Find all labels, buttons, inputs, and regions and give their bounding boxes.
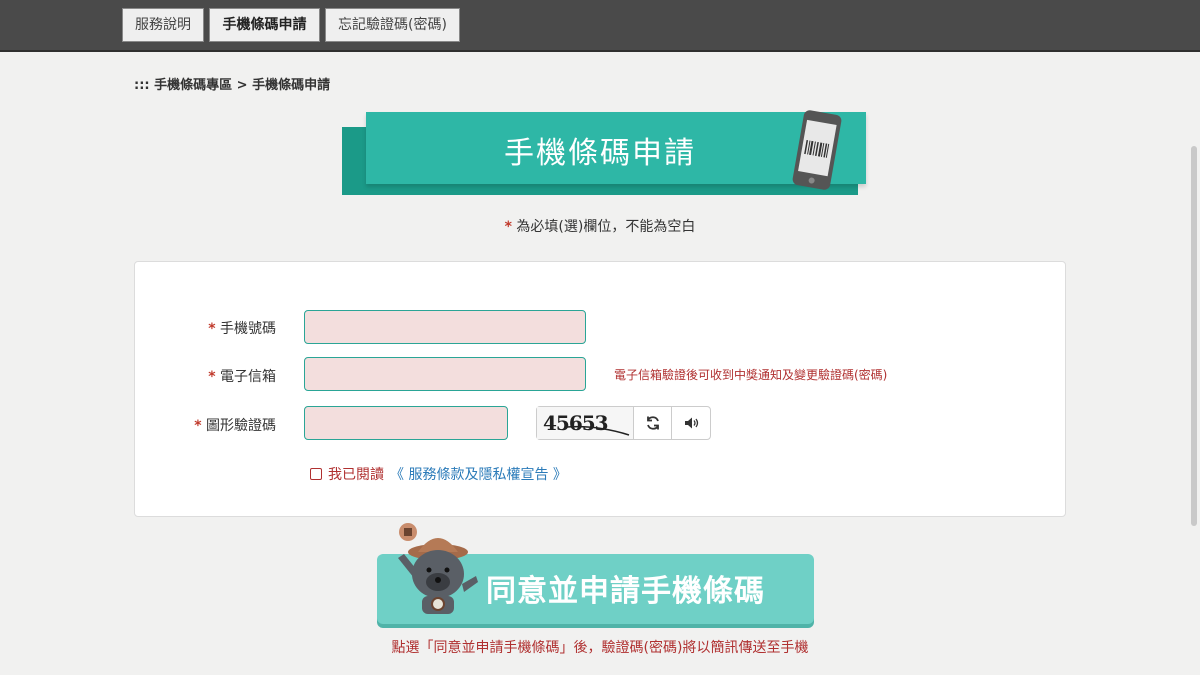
captcha-label-text: 圖形驗證碼	[206, 418, 276, 434]
required-star: *	[504, 219, 512, 235]
email-input[interactable]	[304, 357, 586, 391]
required-star: *	[194, 418, 202, 434]
tab-service-info[interactable]: 服務說明	[122, 8, 204, 42]
phone-label-text: 手機號碼	[220, 321, 276, 337]
phone-number-input[interactable]	[304, 310, 586, 344]
page-title: 手機條碼申請	[504, 136, 696, 171]
agree-and-apply-label: 同意並申請手機條碼	[486, 574, 765, 609]
terms-checkbox[interactable]	[310, 468, 322, 480]
captcha-noise-line	[566, 425, 630, 436]
captcha-image: 45653	[537, 407, 634, 439]
page-scrollbar[interactable]	[1191, 146, 1197, 526]
speaker-icon	[685, 417, 699, 429]
bear-mascot-illustration	[398, 523, 478, 614]
required-star: *	[208, 321, 216, 337]
tab-barcode-apply[interactable]: 手機條碼申請	[209, 8, 320, 42]
captcha-input[interactable]	[304, 406, 508, 440]
email-hint: 電子信箱驗證後可收到中獎通知及變更驗證碼(密碼)	[614, 368, 888, 382]
refresh-icon	[646, 416, 659, 430]
required-note: * 為必填(選)欄位，不能為空白	[0, 216, 1200, 236]
tab-forgot-password[interactable]: 忘記驗證碼(密碼)	[325, 8, 460, 42]
terms-link[interactable]: 《 服務條款及隱私權宣告 》	[390, 464, 567, 484]
captcha-label: * 圖形驗證碼	[176, 415, 276, 435]
top-nav-bar: 服務說明 手機條碼申請 忘記驗證碼(密碼)	[0, 0, 1200, 52]
footer-sms-note: 點選「同意並申請手機條碼」後，驗證碼(密碼)將以簡訊傳送至手機	[391, 640, 809, 656]
email-label-text: 電子信箱	[220, 369, 276, 385]
email-label: * 電子信箱	[190, 366, 276, 386]
captcha-audio-button[interactable]	[673, 407, 711, 439]
captcha-widget: 45653	[536, 406, 711, 440]
required-star: *	[208, 369, 216, 385]
phone-label: * 手機號碼	[190, 318, 276, 338]
breadcrumb: ::: 手機條碼專區 > 手機條碼申請	[134, 78, 331, 93]
agree-text: 我已閱讀	[328, 467, 384, 483]
required-note-text: 為必填(選)欄位，不能為空白	[511, 219, 696, 235]
phone-barcode-icon	[792, 110, 842, 190]
terms-agreement: 我已閱讀 《 服務條款及隱私權宣告 》	[310, 464, 567, 484]
captcha-refresh-button[interactable]	[634, 407, 672, 439]
application-form-card	[134, 261, 1066, 517]
